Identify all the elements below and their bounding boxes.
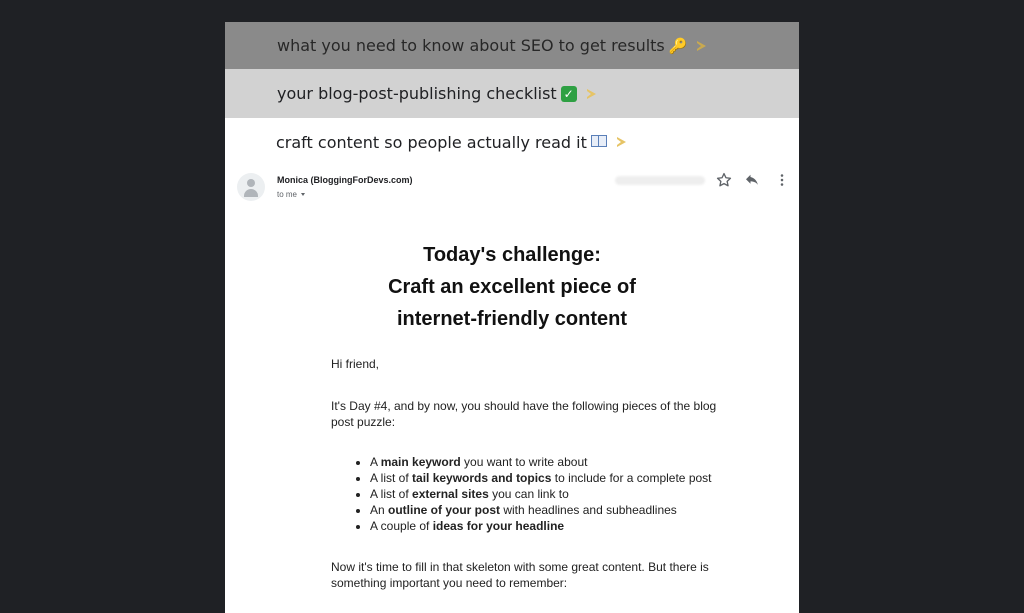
email-panel: what you need to know about SEO to get r… <box>225 22 799 613</box>
list-item: A list of tail keywords and topics to in… <box>370 470 770 486</box>
importance-marker-icon[interactable] <box>586 88 598 99</box>
thread-subject: what you need to know about SEO to get r… <box>277 36 665 55</box>
headline-line: internet-friendly content <box>396 308 627 330</box>
closing-paragraph: Now it's time to fill in that skeleton w… <box>331 560 709 590</box>
headline-line: Today's challenge: <box>423 244 601 266</box>
thread-row[interactable]: craft content so people actually read it <box>225 118 799 166</box>
headline-line: Craft an excellent piece of <box>388 276 636 298</box>
recipient-label: to me <box>277 190 298 199</box>
greeting: Hi friend, <box>331 357 380 371</box>
avatar[interactable] <box>237 173 265 201</box>
list-item: A couple of ideas for your headline <box>370 518 770 534</box>
sender-name[interactable]: Monica (BloggingForDevs.com) <box>277 175 413 185</box>
thread-subject: craft content so people actually read it <box>276 132 587 152</box>
thread-row[interactable]: your blog-post-publishing checklist ✓ <box>225 69 799 118</box>
open-book-icon <box>590 135 607 147</box>
importance-marker-icon[interactable] <box>697 40 708 51</box>
chevron-down-icon <box>301 193 306 197</box>
message-body: Today's challenge: Craft an excellent pi… <box>225 216 799 590</box>
recipient-details[interactable]: to me <box>277 190 306 199</box>
thread-subject: your blog-post-publishing checklist <box>277 84 557 103</box>
checklist: A main keyword you want to write about A… <box>331 454 770 534</box>
message-date-redacted <box>615 176 705 185</box>
key-emoji-icon: 🔑 <box>668 36 688 55</box>
thread-row[interactable]: what you need to know about SEO to get r… <box>225 22 799 69</box>
email-headline: Today's challenge: Craft an excellent pi… <box>225 239 799 335</box>
list-item: A main keyword you want to write about <box>370 454 770 470</box>
star-icon[interactable] <box>715 171 733 189</box>
reply-icon[interactable] <box>743 171 761 189</box>
check-mark-button-icon: ✓ <box>560 85 577 102</box>
importance-marker-icon[interactable] <box>616 137 628 147</box>
more-options-icon[interactable] <box>773 171 791 189</box>
list-item: An outline of your post with headlines a… <box>370 502 770 518</box>
message-header: Monica (BloggingForDevs.com) to me <box>225 166 799 216</box>
intro-paragraph: It's Day #4, and by now, you should have… <box>331 399 717 429</box>
list-item: A list of external sites you can link to <box>370 486 770 502</box>
